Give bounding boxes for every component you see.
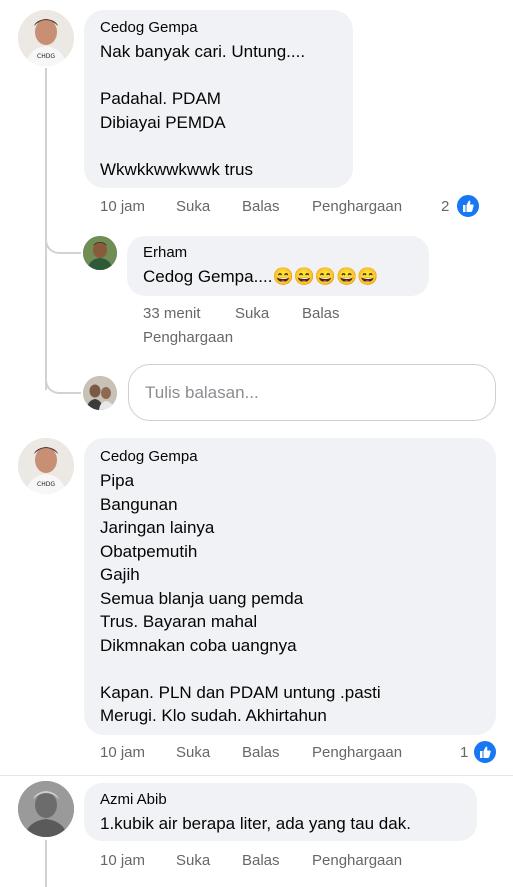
comment-meta: 10 jam Suka Balas Penghargaan — [0, 852, 513, 872]
like-button[interactable]: Suka — [176, 852, 210, 869]
award-button[interactable]: Penghargaan — [143, 329, 233, 346]
like-button[interactable]: Suka — [235, 305, 269, 322]
like-button[interactable]: Suka — [176, 744, 210, 761]
reply-button[interactable]: Balas — [242, 852, 280, 869]
award-button[interactable]: Penghargaan — [312, 852, 402, 869]
reaction-count[interactable]: 2 — [441, 198, 449, 215]
comment-author[interactable]: Cedog Gempa — [100, 448, 198, 465]
reply-meta: 33 menit Suka Balas Penghargaan — [0, 305, 513, 349]
reaction-count[interactable]: 1 — [460, 744, 468, 761]
comment-text: Nak banyak cari. Untung.... Padahal. PDA… — [100, 42, 306, 179]
reply-time[interactable]: 33 menit — [143, 305, 201, 322]
reply-button[interactable]: Balas — [302, 305, 340, 322]
like-button[interactable]: Suka — [176, 198, 210, 215]
avatar[interactable] — [83, 236, 117, 270]
comment-time[interactable]: 10 jam — [100, 852, 145, 869]
reply-text: Cedog Gempa....😄😄😄😄😄 — [143, 267, 379, 286]
divider — [0, 775, 513, 776]
comment-author[interactable]: Azmi Abib — [100, 791, 167, 808]
reply-author[interactable]: Erham — [143, 244, 187, 261]
thread-branch — [45, 220, 81, 254]
avatar[interactable] — [18, 781, 74, 837]
comment-meta: 10 jam Suka Balas Penghargaan — [0, 744, 513, 764]
like-reaction-icon[interactable] — [473, 740, 497, 764]
comment-time[interactable]: 10 jam — [100, 744, 145, 761]
comment-time[interactable]: 10 jam — [100, 198, 145, 215]
comment-author[interactable]: Cedog Gempa — [100, 19, 198, 36]
reply-button[interactable]: Balas — [242, 744, 280, 761]
current-user-avatar — [83, 376, 117, 410]
avatar[interactable]: CHDG — [18, 10, 74, 66]
comment-meta: 10 jam Suka Balas Penghargaan — [0, 198, 513, 218]
svg-text:CHDG: CHDG — [37, 481, 55, 488]
comment-text: 1.kubik air berapa liter, ada yang tau d… — [100, 814, 411, 833]
like-reaction-icon[interactable] — [456, 194, 480, 218]
award-button[interactable]: Penghargaan — [312, 198, 402, 215]
svg-text:CHDG: CHDG — [37, 53, 55, 60]
avatar[interactable]: CHDG — [18, 438, 74, 494]
reply-button[interactable]: Balas — [242, 198, 280, 215]
comment-text: Pipa Bangunan Jaringan lainya Obatpemuti… — [100, 471, 381, 725]
thread-branch — [45, 360, 81, 394]
award-button[interactable]: Penghargaan — [312, 744, 402, 761]
reply-input-placeholder: Tulis balasan... — [145, 383, 259, 402]
